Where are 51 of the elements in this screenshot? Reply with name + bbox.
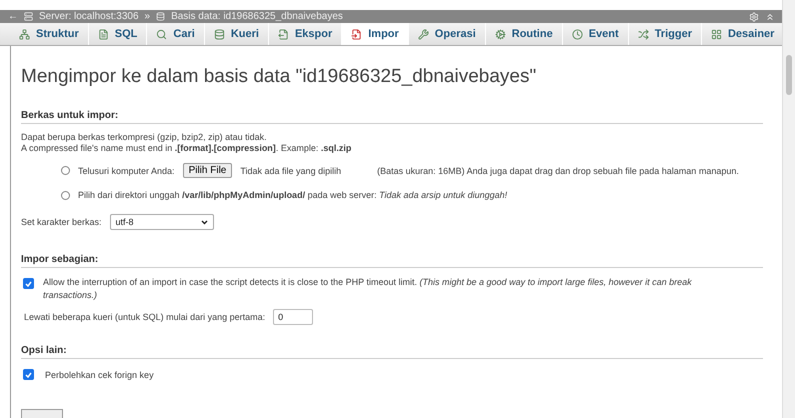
checkmark-icon <box>25 372 32 378</box>
radio-label: Pilih dari direktori unggah /var/lib/phpMyAdmin/upload/ pada web server: Tidak ada arsip untuk diunggah! <box>78 190 508 200</box>
checkbox-label: Perbolehkan cek forign key <box>45 370 154 380</box>
structure-icon <box>19 28 30 40</box>
scrollbar[interactable] <box>782 0 795 418</box>
database-icon <box>156 12 166 21</box>
size-limit-text: (Batas ukuran: 16MB) Anda juga dapat drag dan drop sebuah file pada halaman manapun. <box>377 166 739 176</box>
shuffle-icon <box>638 28 649 40</box>
clock-icon <box>572 28 583 40</box>
server-icon <box>24 12 33 21</box>
tab[interactable]: Routine <box>486 23 563 45</box>
section-heading: Impor sebagian: <box>21 254 763 268</box>
section-heading: Berkas untuk impor: <box>21 110 763 124</box>
diagram-icon <box>710 28 722 40</box>
checkbox-label: Allow the interruption of an import in case the script detects it is close to the PHP timeout limit. (This might be a good way to import large files, however it can break transactions.) <box>43 276 693 302</box>
section-heading: Opsi lain: <box>21 345 763 359</box>
radio-button[interactable] <box>61 190 70 200</box>
server-link[interactable]: Server: localhost:3306 <box>39 11 139 22</box>
page-title: Mengimpor ke dalam basis data "id19686325_dbnaivebayes" <box>21 66 538 88</box>
tab[interactable]: Event <box>562 23 629 45</box>
checkbox[interactable] <box>23 278 34 289</box>
tab[interactable]: Trigger <box>628 23 702 45</box>
wrench-icon <box>418 28 429 40</box>
breadcrumb-separator: » <box>144 11 150 22</box>
note-text: Dapat berupa berkas terkompresi (gzip, bzip2, zip) atau tidak. <box>21 132 268 143</box>
skip-label: Lewati beberapa kueri (untuk SQL) mulai dari yang pertama: <box>24 312 266 322</box>
tab[interactable]: Operasi <box>408 23 486 45</box>
radio-label: Telusuri komputer Anda: <box>78 166 175 176</box>
choose-file-button[interactable]: Pilih File <box>182 163 232 178</box>
submit-button[interactable] <box>21 409 63 418</box>
settings-icon[interactable] <box>749 12 759 22</box>
tab[interactable]: Kueri <box>204 23 269 45</box>
database-link[interactable]: Basis data: id19686325_dbnaivebayes <box>171 11 343 22</box>
tab[interactable]: SQL <box>88 23 148 45</box>
search-icon <box>156 28 168 40</box>
tab[interactable]: Cari <box>147 23 205 45</box>
note-text: A compressed file's name must end in .[format].[compression]. Example: .sql.zip <box>21 143 352 154</box>
tab[interactable]: Impor <box>342 23 409 45</box>
file-status: Tidak ada file yang dipilih <box>240 166 342 176</box>
radio-button[interactable] <box>61 166 70 175</box>
charset-label: Set karakter berkas: <box>21 217 102 227</box>
back-link[interactable]: ← <box>8 11 18 22</box>
chevron-down-icon <box>200 220 208 224</box>
charset-select[interactable]: utf-8 <box>110 214 214 230</box>
document-icon <box>98 28 109 40</box>
checkmark-icon <box>25 280 32 286</box>
tab[interactable]: Struktur <box>10 23 89 45</box>
checkbox[interactable] <box>23 369 34 380</box>
database-icon <box>214 28 225 40</box>
collapse-icon[interactable] <box>765 12 775 22</box>
skip-queries-field[interactable]: 0 <box>273 309 314 325</box>
